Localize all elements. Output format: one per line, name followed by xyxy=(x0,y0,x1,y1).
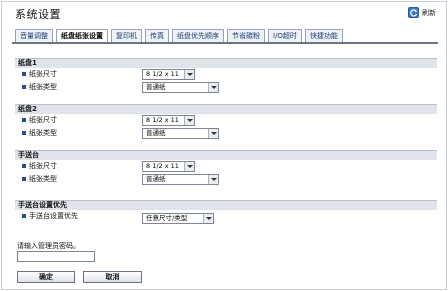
row-label: 纸张尺寸 xyxy=(29,116,57,124)
tab-divider xyxy=(12,42,438,44)
section-header: 纸盘1 xyxy=(15,58,437,68)
section-bypass-priority: 手送台设置优先 手送台设置优先 任意尺寸/类型 xyxy=(15,200,437,226)
chevron-down-icon xyxy=(208,83,218,92)
chevron-down-icon xyxy=(208,129,218,138)
refresh-label: 刷新 xyxy=(422,8,436,17)
select-value: 任意尺寸/类型 xyxy=(146,214,188,222)
setting-row: 纸张尺寸 8 1/2 x 11 xyxy=(15,68,437,81)
section-tray-1: 纸盘1 纸张尺寸 8 1/2 x 11 纸张类型 普通纸 xyxy=(15,58,437,94)
select-value: 普通纸 xyxy=(146,83,166,91)
row-label: 纸张尺寸 xyxy=(29,70,57,78)
select-value: 普通纸 xyxy=(146,175,166,183)
chevron-down-icon xyxy=(203,214,213,223)
select-value: 8 1/2 x 11 xyxy=(146,116,179,124)
tray2-paper-type-select[interactable]: 普通纸 xyxy=(142,128,219,139)
section-header: 手送台设置优先 xyxy=(15,200,437,210)
section-bypass-tray: 手送台 纸张尺寸 8 1/2 x 11 纸张类型 普通纸 xyxy=(15,150,437,186)
chevron-down-icon xyxy=(184,70,194,79)
row-label: 纸张类型 xyxy=(29,83,57,91)
tray2-paper-size-select[interactable]: 8 1/2 x 11 xyxy=(142,115,195,126)
tab-bar: 音量调整 纸盘纸张设置 复印机 传真 纸盘优先顺序 节省碳粉 I/O超时 快捷功… xyxy=(15,29,343,43)
row-label: 手送台设置优先 xyxy=(29,212,78,220)
bullet-icon xyxy=(22,164,26,168)
bullet-icon xyxy=(22,177,26,181)
cancel-button[interactable]: 取消 xyxy=(83,271,142,283)
tab-volume-adjust[interactable]: 音量调整 xyxy=(15,29,53,43)
bypass-priority-select[interactable]: 任意尺寸/类型 xyxy=(142,213,214,224)
tab-tray-paper-settings[interactable]: 纸盘纸张设置 xyxy=(56,29,108,43)
tab-tray-priority[interactable]: 纸盘优先顺序 xyxy=(172,29,224,43)
select-value: 8 1/2 x 11 xyxy=(146,162,179,170)
row-label: 纸张类型 xyxy=(29,175,57,183)
tab-toner-save[interactable]: 节省碳粉 xyxy=(227,29,265,43)
bullet-icon xyxy=(22,85,26,89)
bullet-icon xyxy=(22,118,26,122)
tab-io-timeout[interactable]: I/O超时 xyxy=(268,29,302,43)
admin-password-input[interactable] xyxy=(17,251,95,262)
setting-row: 纸张类型 普通纸 xyxy=(15,127,437,140)
section-header: 手送台 xyxy=(15,150,437,160)
select-value: 普通纸 xyxy=(146,129,166,137)
bullet-icon xyxy=(22,72,26,76)
section-header: 纸盘2 xyxy=(15,104,437,114)
bypass-paper-type-select[interactable]: 普通纸 xyxy=(142,174,219,185)
refresh-button[interactable]: 刷新 xyxy=(408,7,436,18)
bullet-icon xyxy=(22,131,26,135)
tray1-paper-size-select[interactable]: 8 1/2 x 11 xyxy=(142,69,195,80)
setting-row: 纸张尺寸 8 1/2 x 11 xyxy=(15,160,437,173)
tab-fax[interactable]: 传真 xyxy=(145,29,169,43)
setting-row: 纸张类型 普通纸 xyxy=(15,173,437,186)
setting-row: 手送台设置优先 任意尺寸/类型 xyxy=(15,210,437,226)
chevron-down-icon xyxy=(184,162,194,171)
title-bar: 系统设置 刷新 xyxy=(2,2,446,24)
page-title: 系统设置 xyxy=(15,8,61,21)
tab-shortcut[interactable]: 快捷功能 xyxy=(304,29,343,43)
settings-window: 系统设置 刷新 音量调整 纸盘纸张设置 复印机 传真 纸盘优先顺序 节省碳粉 I… xyxy=(1,1,447,290)
bypass-paper-size-select[interactable]: 8 1/2 x 11 xyxy=(142,161,195,172)
select-value: 8 1/2 x 11 xyxy=(146,70,179,78)
chevron-down-icon xyxy=(184,116,194,125)
ok-button[interactable]: 确定 xyxy=(17,271,75,283)
bullet-icon xyxy=(22,214,26,218)
password-label: 请输入管理员密码。 xyxy=(17,242,80,250)
setting-row: 纸张类型 普通纸 xyxy=(15,81,437,94)
refresh-icon xyxy=(408,7,419,18)
tab-copier[interactable]: 复印机 xyxy=(111,29,142,43)
section-tray-2: 纸盘2 纸张尺寸 8 1/2 x 11 纸张类型 普通纸 xyxy=(15,104,437,140)
setting-row: 纸张尺寸 8 1/2 x 11 xyxy=(15,114,437,127)
row-label: 纸张类型 xyxy=(29,129,57,137)
tray1-paper-type-select[interactable]: 普通纸 xyxy=(142,82,219,93)
chevron-down-icon xyxy=(208,175,218,184)
row-label: 纸张尺寸 xyxy=(29,162,57,170)
